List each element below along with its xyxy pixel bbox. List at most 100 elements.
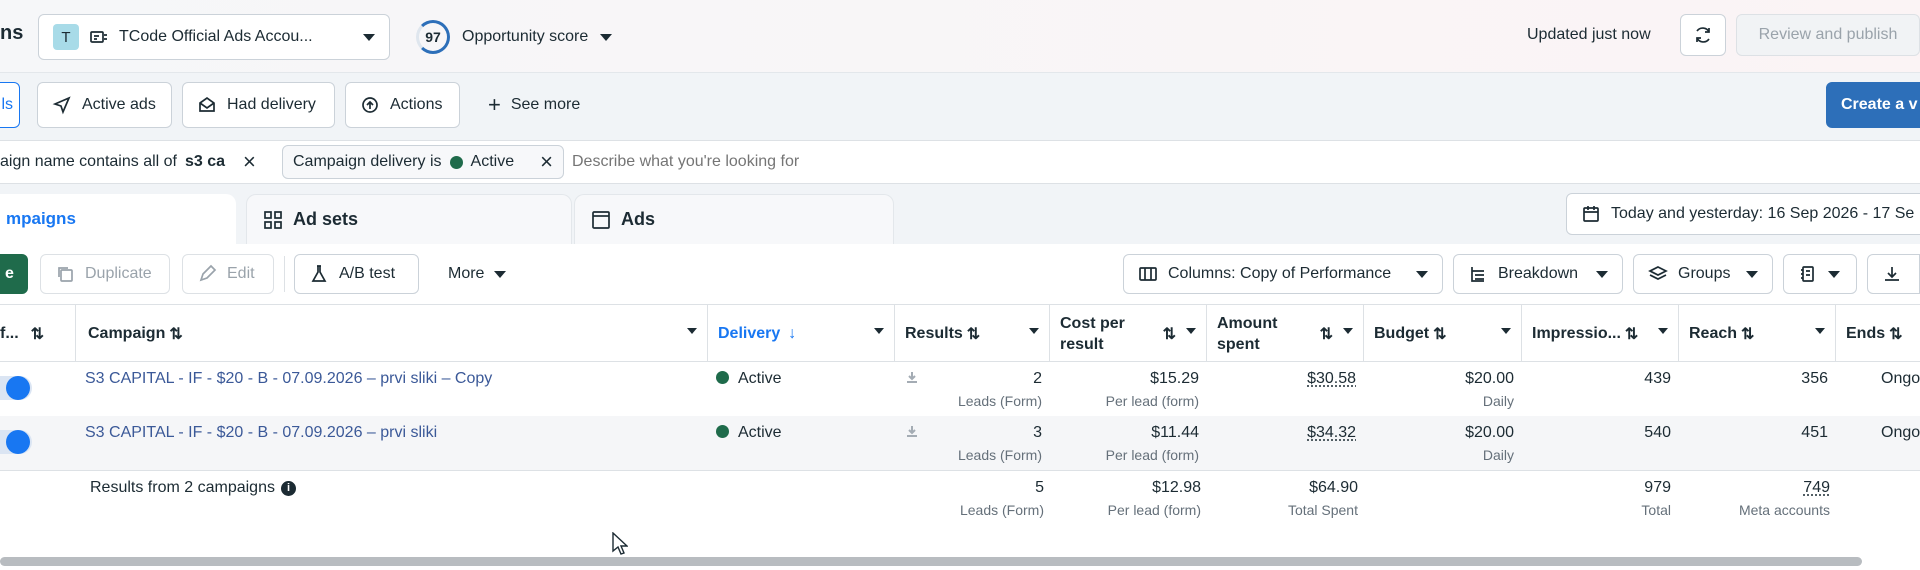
- campaign-name-link[interactable]: S3 CAPITAL - IF - $20 - B - 07.09.2026 –…: [85, 370, 492, 388]
- had-delivery-button[interactable]: Had delivery: [182, 82, 335, 128]
- edit-label: Edit: [227, 265, 255, 283]
- column-header-ends[interactable]: Ends ⇅: [1836, 305, 1920, 363]
- tab-ad-sets[interactable]: Ad sets: [246, 194, 572, 244]
- refresh-icon: [1693, 25, 1713, 45]
- column-header-label: Amount: [1217, 313, 1277, 334]
- plus-icon: +: [488, 94, 501, 116]
- active-ads-button[interactable]: Active ads: [37, 82, 172, 128]
- columns-button[interactable]: Columns: Copy of Performance: [1123, 254, 1443, 294]
- column-header-label: Ends: [1846, 325, 1885, 343]
- see-more-button[interactable]: + See more: [474, 82, 594, 128]
- close-icon[interactable]: ×: [540, 151, 553, 173]
- chevron-down-icon: [363, 34, 375, 41]
- breakdown-icon: [1468, 264, 1488, 284]
- active-status-dot: [450, 156, 463, 169]
- campaign-name-link[interactable]: S3 CAPITAL - IF - $20 - B - 07.09.2026 –…: [85, 424, 437, 442]
- column-header-reach[interactable]: Reach ⇅: [1679, 305, 1836, 363]
- campaign-toggle[interactable]: [0, 376, 32, 400]
- tab-campaigns[interactable]: mpaigns: [0, 194, 236, 244]
- opportunity-score-button[interactable]: 97 Opportunity score: [410, 16, 618, 58]
- chevron-down-icon: [687, 328, 697, 334]
- horizontal-scrollbar[interactable]: [0, 557, 1862, 566]
- impressions-value: 540: [1560, 424, 1671, 442]
- updated-status: Updated just now: [1527, 26, 1651, 44]
- budget-type: Daily: [1440, 447, 1514, 463]
- sort-down-icon: ↓: [788, 325, 796, 343]
- tab-ads[interactable]: Ads: [574, 194, 894, 244]
- filter-chip-label: aign name contains all of: [0, 153, 177, 171]
- chevron-down-icon: [1658, 328, 1668, 334]
- create-view-button[interactable]: Create a v: [1826, 82, 1920, 128]
- filter-chip-delivery[interactable]: Campaign delivery is Active ×: [282, 145, 564, 179]
- columns-label: Columns: Copy of Performance: [1168, 265, 1391, 283]
- summary-row: Results from 2 campaigns i 5 Leads (Form…: [0, 470, 1920, 557]
- ad-account-selector[interactable]: T TCode Official Ads Accou...: [38, 14, 390, 60]
- amount-spent-value[interactable]: $34.32: [1250, 424, 1356, 442]
- reach-value: 451: [1720, 424, 1828, 442]
- ab-test-button[interactable]: A/B test: [294, 254, 419, 294]
- campaign-toggle[interactable]: [0, 430, 32, 454]
- sort-icon: ⇅: [967, 324, 980, 344]
- table-row[interactable]: S3 CAPITAL - IF - $20 - B - 07.09.2026 –…: [0, 416, 1920, 470]
- summary-reach-value[interactable]: 749: [1720, 479, 1830, 497]
- create-button[interactable]: e: [0, 254, 28, 294]
- chevron-down-icon: [1746, 271, 1758, 278]
- sort-icon: ⇅: [1741, 324, 1754, 344]
- account-avatar: T: [53, 24, 79, 50]
- date-range-picker[interactable]: Today and yesterday: 16 Sep 2026 - 17 Se: [1566, 193, 1920, 235]
- duplicate-icon: [55, 264, 75, 284]
- results-value: 3: [960, 424, 1042, 442]
- search-input[interactable]: [572, 146, 1172, 178]
- actions-button[interactable]: Actions: [345, 82, 460, 128]
- review-and-publish-button[interactable]: Review and publish: [1736, 14, 1920, 56]
- score-gauge: 97: [416, 20, 450, 54]
- summary-impressions-type: Total: [1580, 502, 1671, 518]
- column-header-impressions[interactable]: Impressio... ⇅: [1522, 305, 1679, 363]
- budget-value: $20.00: [1400, 370, 1514, 388]
- chevron-down-icon: [1186, 328, 1196, 334]
- more-button[interactable]: More: [434, 254, 520, 294]
- column-header-label-group: Amount spent: [1217, 313, 1277, 355]
- all-ads-button[interactable]: ls: [0, 82, 20, 128]
- summary-label: Results from 2 campaigns i: [90, 479, 296, 497]
- calendar-icon: [1581, 204, 1601, 224]
- column-header-campaign[interactable]: Campaign ⇅: [76, 305, 708, 363]
- filter-chip-value: s3 ca: [185, 153, 225, 171]
- amount-spent-value[interactable]: $30.58: [1250, 370, 1356, 388]
- chevron-down-icon: [1815, 328, 1825, 334]
- results-type: Leads (Form): [940, 447, 1042, 463]
- flask-icon: [309, 264, 329, 284]
- summary-label-text: Results from 2 campaigns: [90, 479, 275, 497]
- column-header-amount-spent[interactable]: Amount spent ⇅: [1207, 305, 1364, 363]
- filter-chip-campaign-name[interactable]: aign name contains all of s3 ca ×: [0, 151, 256, 173]
- filter-chip-value: Active: [471, 153, 515, 171]
- edit-button[interactable]: Edit: [182, 254, 274, 294]
- chevron-down-icon: [1501, 328, 1511, 334]
- chevron-down-icon: [600, 34, 612, 41]
- breakdown-label: Breakdown: [1498, 265, 1578, 283]
- reports-icon: [1798, 264, 1818, 284]
- column-header-label: Delivery: [718, 325, 780, 343]
- chevron-down-icon: [494, 271, 506, 278]
- info-icon[interactable]: i: [281, 481, 296, 496]
- table-row[interactable]: S3 CAPITAL - IF - $20 - B - 07.09.2026 –…: [0, 362, 1920, 416]
- results-type: Leads (Form): [940, 393, 1042, 409]
- column-header-cost-per-result[interactable]: Cost per result ⇅: [1050, 305, 1207, 363]
- close-icon[interactable]: ×: [243, 151, 256, 173]
- ad-icon: [591, 210, 611, 230]
- refresh-button[interactable]: [1680, 14, 1726, 56]
- budget-value: $20.00: [1400, 424, 1514, 442]
- results-value: 2: [960, 370, 1042, 388]
- breakdown-button[interactable]: Breakdown: [1453, 254, 1623, 294]
- reports-button[interactable]: [1783, 254, 1857, 294]
- column-header-results[interactable]: Results ⇅: [895, 305, 1050, 363]
- cost-per-result-value: $15.29: [1100, 370, 1199, 388]
- column-header-off-on[interactable]: f... ⇅: [0, 305, 76, 363]
- groups-button[interactable]: Groups: [1633, 254, 1773, 294]
- column-header-delivery[interactable]: Delivery ↓: [708, 305, 895, 363]
- export-button[interactable]: [1867, 254, 1920, 294]
- sort-icon: ⇅: [1889, 324, 1902, 344]
- arrow-up-circle-icon: [360, 95, 380, 115]
- column-header-budget[interactable]: Budget ⇅: [1364, 305, 1522, 363]
- duplicate-button[interactable]: Duplicate: [40, 254, 170, 294]
